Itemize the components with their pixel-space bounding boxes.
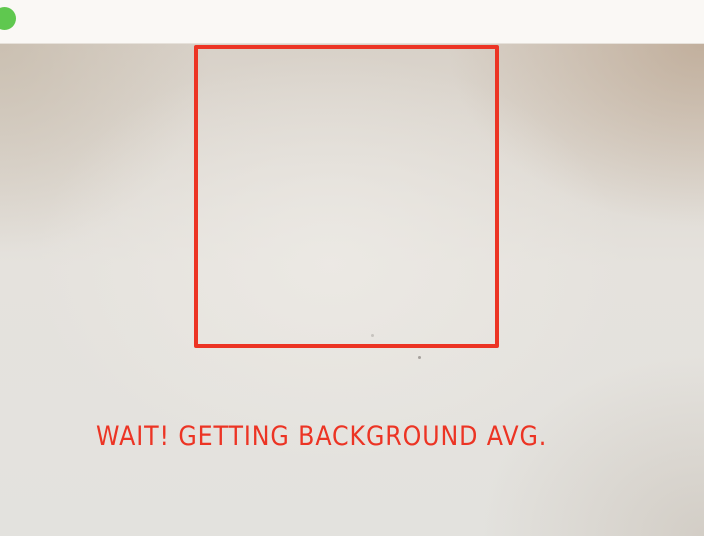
region-of-interest-box bbox=[194, 45, 499, 348]
status-message: WAIT! GETTING BACKGROUND AVG. bbox=[96, 421, 548, 452]
camera-feed: WAIT! GETTING BACKGROUND AVG. bbox=[0, 44, 704, 536]
app-window: WAIT! GETTING BACKGROUND AVG. bbox=[0, 0, 704, 536]
window-titlebar bbox=[0, 0, 704, 44]
window-zoom-button[interactable] bbox=[0, 7, 16, 30]
wall-speck bbox=[418, 356, 421, 359]
